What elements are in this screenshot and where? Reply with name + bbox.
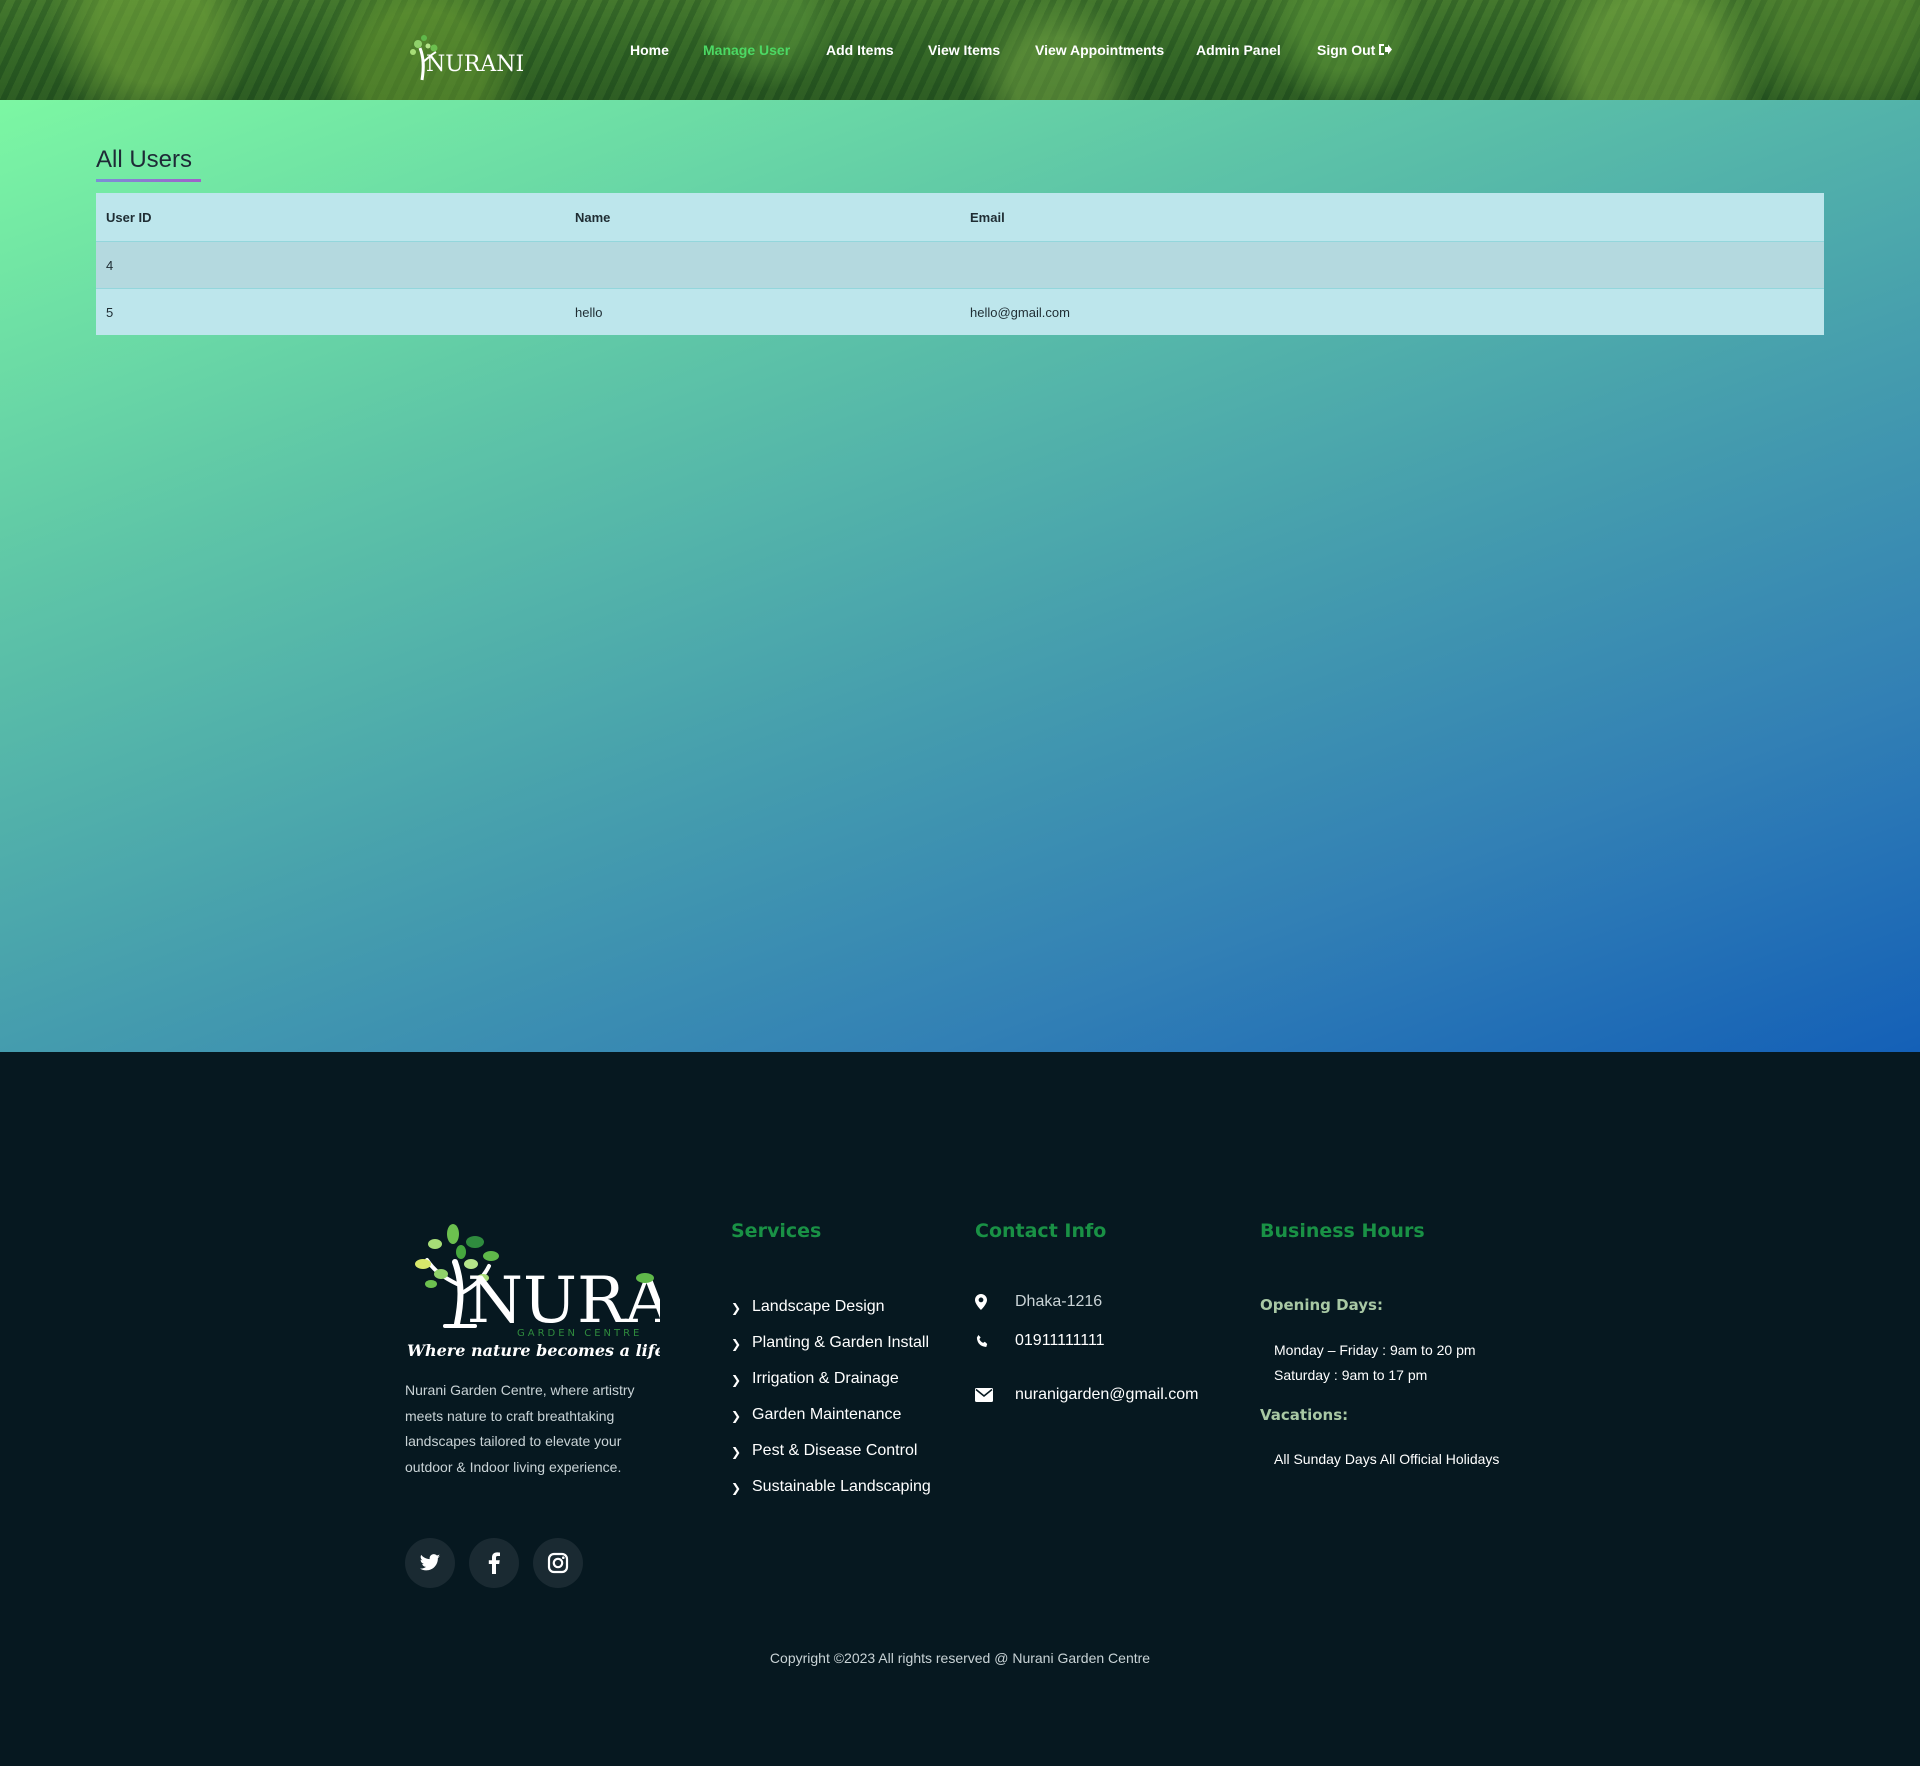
footer-logo[interactable]: NURANI GARDEN CENTRE Where nature become… — [405, 1214, 660, 1359]
facebook-icon — [488, 1552, 500, 1574]
cell-email — [960, 241, 1824, 289]
business-hours-heading: Business Hours — [1260, 1220, 1425, 1242]
cell-user-id: 5 — [106, 304, 114, 320]
site-logo[interactable]: NURANI — [408, 32, 524, 82]
vacations-text: All Sunday Days All Official Holidays — [1274, 1451, 1500, 1467]
envelope-icon — [975, 1388, 993, 1402]
cell-name — [565, 241, 960, 289]
service-label: Irrigation & Drainage — [752, 1370, 899, 1387]
contact-phone[interactable]: 01911111111 — [975, 1332, 1105, 1350]
page-title: All Users — [96, 146, 193, 173]
chevron-right-icon: ❯ — [731, 1409, 742, 1423]
opening-days-label: Opening Days: — [1260, 1296, 1383, 1314]
instagram-link[interactable] — [533, 1538, 583, 1588]
instagram-icon — [547, 1552, 569, 1574]
cell-user-id: 4 — [96, 241, 565, 289]
logo-wordmark: NURANI — [426, 52, 525, 77]
contact-email-text: nuranigarden@gmail.com — [1015, 1386, 1199, 1403]
table-header-row: User ID Name Email — [96, 193, 1824, 242]
service-label: Planting & Garden Install — [752, 1334, 929, 1351]
footer-logo-letter: NURANI — [467, 1264, 660, 1338]
nav-home[interactable]: Home — [630, 42, 669, 58]
vacations-label: Vacations: — [1260, 1406, 1349, 1424]
copyright-text: Copyright ©2023 All rights reserved @ Nu… — [769, 1650, 1151, 1666]
service-item[interactable]: ❯ Irrigation & Drainage — [731, 1370, 931, 1406]
service-item[interactable]: ❯ Garden Maintenance — [731, 1406, 931, 1442]
service-item[interactable]: ❯ Pest & Disease Control — [731, 1442, 931, 1478]
service-item[interactable]: ❯ Planting & Garden Install — [731, 1334, 931, 1370]
service-label: Pest & Disease Control — [752, 1442, 918, 1459]
footer-logo-subtitle: GARDEN CENTRE — [517, 1328, 642, 1339]
footer-about-text: Nurani Garden Centre, where artistry mee… — [405, 1382, 635, 1475]
chevron-right-icon: ❯ — [731, 1373, 742, 1387]
services-heading: Services — [731, 1220, 822, 1242]
chevron-right-icon: ❯ — [731, 1481, 742, 1495]
service-label: Landscape Design — [752, 1298, 885, 1315]
header-user-id: User ID — [96, 193, 565, 242]
site-footer: NURANI GARDEN CENTRE Where nature become… — [0, 1052, 1920, 1766]
table-row: 5 hello hello@gmail.com — [96, 288, 1824, 335]
contact-phone-text: 01911111111 — [1015, 1332, 1105, 1349]
sign-out-icon — [1379, 44, 1393, 55]
nav-add-items[interactable]: Add Items — [826, 42, 894, 58]
contact-address-text: Dhaka-1216 — [1015, 1293, 1103, 1310]
services-list: ❯ Landscape Design ❯ Planting & Garden Ins… — [731, 1298, 931, 1514]
users-table: User ID Name Email 4 5 hello hello@gmail… — [96, 193, 1824, 335]
cell-email: hello@gmail.com — [970, 304, 1070, 320]
chevron-right-icon: ❯ — [731, 1301, 742, 1315]
contact-address: Dhaka-1216 — [975, 1293, 1102, 1311]
weekday-hours: Monday – Friday : 9am to 20 pm — [1274, 1342, 1476, 1358]
header-name: Name — [565, 193, 960, 242]
header-email: Email — [960, 193, 1824, 242]
service-label: Sustainable Landscaping — [752, 1478, 931, 1495]
service-label: Garden Maintenance — [752, 1406, 902, 1423]
chevron-right-icon: ❯ — [731, 1337, 742, 1351]
title-underline — [96, 179, 201, 182]
contact-heading: Contact Info — [975, 1220, 1107, 1242]
nav-view-appointments[interactable]: View Appointments — [1035, 42, 1164, 58]
site-header: NURANI Home Manage User Add Items View I… — [0, 0, 1920, 100]
nav-sign-out-label: Sign Out — [1317, 42, 1376, 58]
twitter-icon — [419, 1554, 441, 1571]
nav-manage-user[interactable]: Manage User — [703, 42, 790, 58]
phone-icon — [976, 1334, 988, 1347]
contact-email[interactable]: nuranigarden@gmail.com — [975, 1386, 1198, 1404]
saturday-hours: Saturday : 9am to 17 pm — [1274, 1367, 1428, 1383]
twitter-link[interactable] — [405, 1538, 455, 1588]
main-content: All Users User ID Name Email 4 5 hello h… — [0, 100, 1920, 1052]
facebook-link[interactable] — [469, 1538, 519, 1588]
map-marker-icon — [975, 1294, 987, 1310]
cell-name: hello — [575, 304, 603, 320]
nav-sign-out[interactable]: Sign Out — [1317, 42, 1393, 58]
service-item[interactable]: ❯ Landscape Design — [731, 1298, 931, 1334]
service-item[interactable]: ❯ Sustainable Landscaping — [731, 1478, 931, 1514]
nav-admin-panel[interactable]: Admin Panel — [1196, 42, 1281, 58]
nav-view-items[interactable]: View Items — [928, 42, 1000, 58]
table-row: 4 — [96, 241, 1824, 289]
footer-logo-tagline: Where nature becomes a lifestyle — [407, 1341, 660, 1359]
chevron-right-icon: ❯ — [731, 1445, 742, 1459]
